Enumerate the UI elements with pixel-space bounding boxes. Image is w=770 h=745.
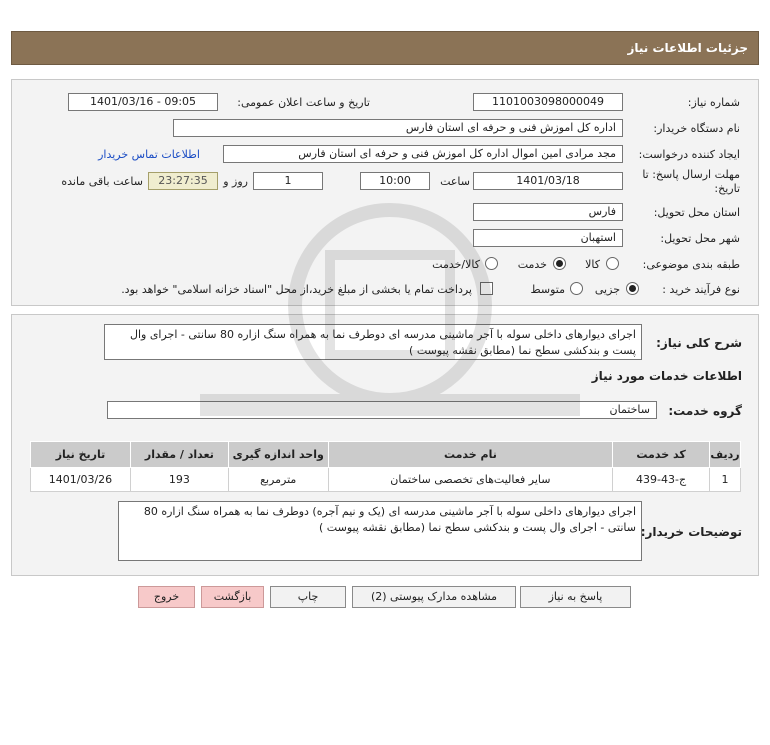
process-minor-label: جزیی (594, 283, 620, 296)
col-date-header: تاریخ نیاز (30, 441, 131, 468)
announce-datetime-label: تاریخ و ساعت اعلان عمومی: (237, 96, 370, 109)
description-label: شرح کلی نیاز: (656, 336, 742, 350)
col-code-header: کد خدمت (612, 441, 711, 468)
cell-code: ج-43-439 (612, 467, 711, 492)
city-label: شهر محل تحویل: (660, 232, 740, 245)
col-name-header: نام خدمت (327, 441, 614, 468)
cell-date: 1401/03/26 (30, 467, 131, 492)
remaining-time-label: ساعت باقی مانده (61, 175, 143, 188)
province-field: فارس (473, 203, 623, 221)
need-info-panel (11, 79, 759, 306)
back-button[interactable]: بازگشت (201, 586, 264, 608)
treasury-payment-note: پرداخت تمام یا بخشی از مبلغ خرید،از محل … (121, 283, 472, 296)
buyer-notes-label: توضیحات خریدار: (640, 525, 742, 539)
table-header-row: ردیف کد خدمت نام خدمت واحد اندازه گیری ت… (30, 441, 741, 468)
deadline-label: مهلت ارسال پاسخ: تا (642, 168, 740, 181)
need-number-field: 1101003098000049 (473, 93, 623, 111)
page-title: جزئیات اطلاعات نیاز (11, 31, 759, 65)
description-field: اجرای دیوارهای داخلی سوله با آجر ماشینی … (104, 324, 642, 360)
cell-name: سایر فعالیت‌های تخصصی ساختمان (327, 467, 614, 492)
service-group-label: گروه خدمت: (668, 404, 742, 418)
deadline-date-field: 1401/03/18 (473, 172, 623, 190)
process-label: نوع فرآیند خرید : (662, 283, 740, 296)
province-label: استان محل تحویل: (653, 206, 740, 219)
city-field: استهبان (473, 229, 623, 247)
days-label: روز و (223, 175, 248, 188)
table-row: 1 ج-43-439 سایر فعالیت‌های تخصصی ساختمان… (30, 467, 741, 492)
exit-button[interactable]: خروج (138, 586, 195, 608)
announce-datetime-field: 1401/03/16 - 09:05 (68, 93, 218, 111)
treasury-payment-checkbox[interactable] (480, 282, 493, 295)
category-both-radio[interactable] (485, 257, 498, 270)
cell-qty: 193 (129, 467, 229, 492)
col-unit-header: واحد اندازه گیری (227, 441, 329, 468)
reply-button[interactable]: پاسخ به نیاز (520, 586, 631, 608)
category-label: طبقه بندی موضوعی: (642, 258, 740, 271)
buyer-notes-field: اجرای دیوارهای داخلی سوله با آجر ماشینی … (118, 501, 642, 561)
deadline-date-label: تاریخ: (714, 182, 740, 195)
deadline-time-field: 10:00 (360, 172, 430, 190)
buyer-org-label: نام دستگاه خریدار: (653, 122, 740, 135)
category-goods-label: کالا (585, 258, 600, 271)
cell-row: 1 (709, 467, 741, 492)
service-group-field: ساختمان (107, 401, 657, 419)
process-medium-label: متوسط (530, 283, 565, 296)
col-row-header: ردیف (709, 441, 741, 468)
services-table: ردیف کد خدمت نام خدمت واحد اندازه گیری ت… (30, 441, 741, 492)
view-attachments-button[interactable]: مشاهده مدارک پیوستی (2) (352, 586, 516, 608)
process-medium-radio[interactable] (570, 282, 583, 295)
category-both-label: کالا/خدمت (432, 258, 480, 271)
remaining-days-field: 1 (253, 172, 323, 190)
col-qty-header: تعداد / مقدار (129, 441, 229, 468)
buyer-contact-link[interactable]: اطلاعات تماس خریدار (98, 148, 200, 161)
category-service-radio[interactable] (553, 257, 566, 270)
cell-unit: مترمربع (227, 467, 329, 492)
services-section-title: اطلاعات خدمات مورد نیاز (591, 369, 742, 383)
category-service-label: خدمت (517, 258, 547, 271)
need-number-label: شماره نیاز: (687, 96, 740, 109)
remaining-time-field: 23:27:35 (148, 172, 218, 190)
process-minor-radio[interactable] (626, 282, 639, 295)
requester-label: ایجاد کننده درخواست: (638, 148, 740, 161)
category-goods-radio[interactable] (606, 257, 619, 270)
buyer-org-field: اداره کل اموزش فنی و حرفه ای استان فارس (173, 119, 623, 137)
requester-field: مجد مرادی امین اموال اداره کل اموزش فنی … (223, 145, 623, 163)
deadline-time-label: ساعت (440, 175, 470, 188)
print-button[interactable]: چاپ (270, 586, 346, 608)
